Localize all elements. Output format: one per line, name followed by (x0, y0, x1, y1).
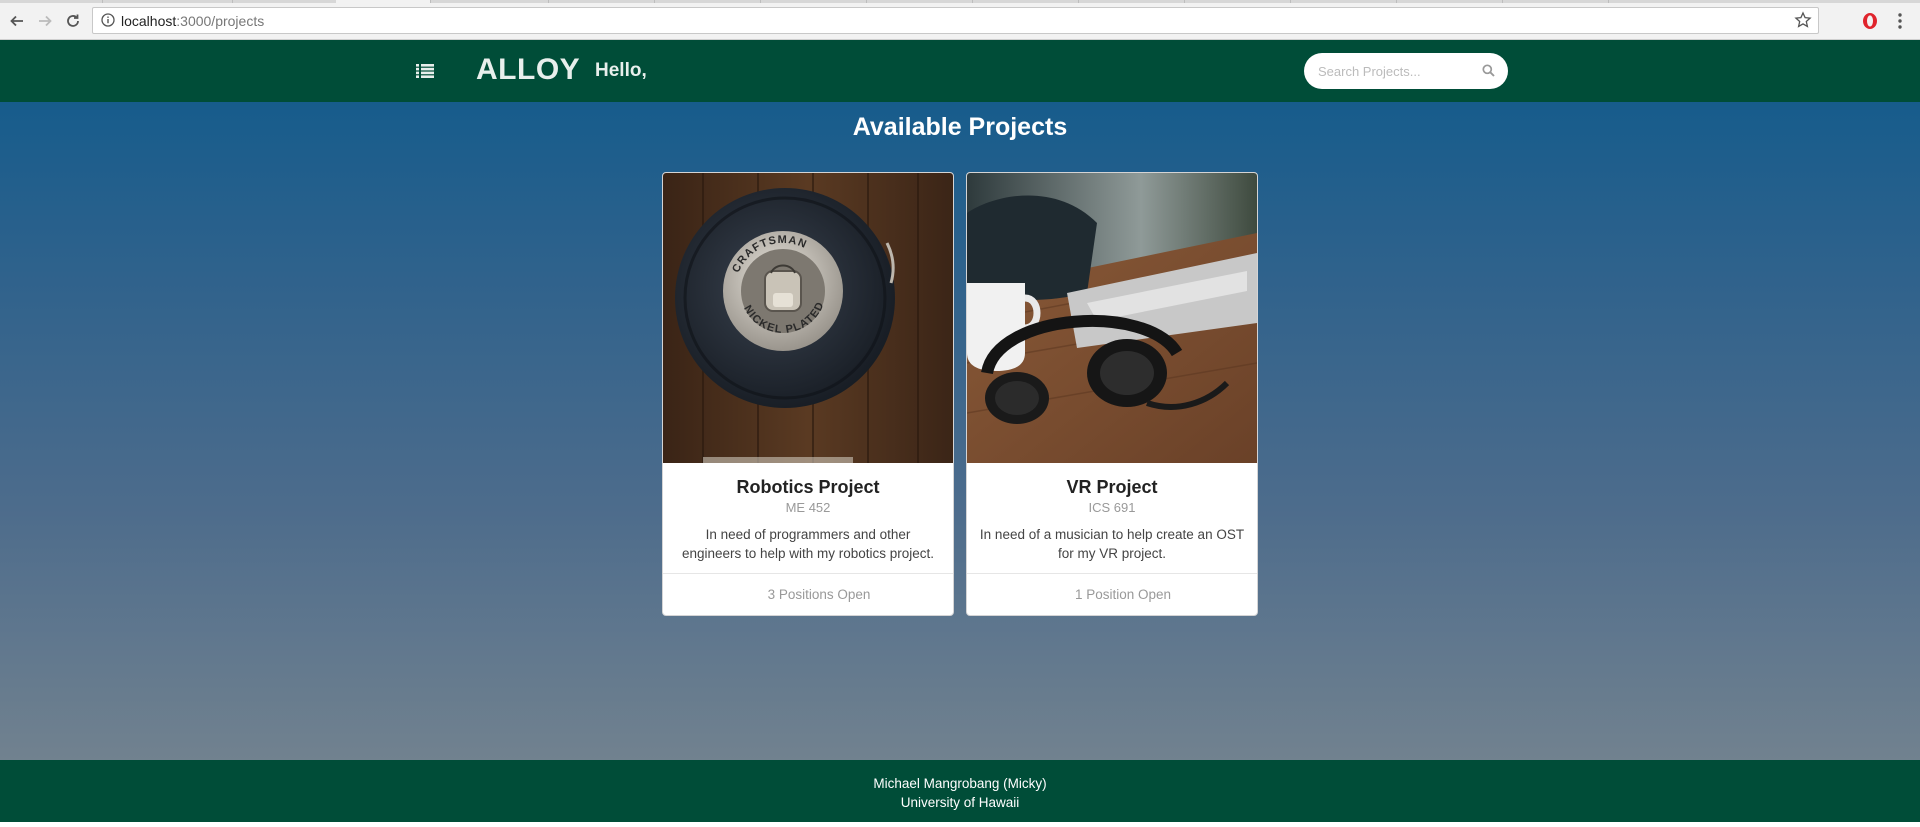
address-url: localhost:3000/projects (121, 13, 264, 29)
project-course: ME 452 (785, 500, 831, 515)
address-bar[interactable]: localhost:3000/projects (92, 7, 1819, 34)
positions-open: 1 Position Open (1074, 587, 1172, 602)
browser-toolbar: localhost:3000/projects (0, 3, 1920, 40)
page-viewport: ALLOY Hello, Available Projects (0, 40, 1920, 822)
top-navbar: ALLOY Hello, (0, 40, 1920, 102)
search-icon[interactable] (1482, 64, 1495, 82)
project-card-vr[interactable]: VR Project ICS 691 In need of a musician… (966, 172, 1258, 616)
project-image (967, 173, 1257, 463)
project-title[interactable]: VR Project (967, 477, 1257, 498)
footer-author: Michael Mangrobang (Micky) (873, 776, 1047, 791)
browser-menu-icon[interactable] (1897, 12, 1903, 35)
page-title: Available Projects (852, 113, 1068, 141)
reload-button[interactable] (61, 9, 85, 33)
search-input[interactable] (1318, 62, 1468, 80)
url-host: localhost (121, 13, 177, 29)
greeting-text: Hello, (595, 60, 647, 81)
arrow-right-icon (39, 15, 52, 27)
positions-open: 3 Positions Open (767, 587, 871, 602)
list-menu-icon[interactable] (416, 64, 434, 83)
card-divider (663, 573, 953, 574)
forward-button[interactable] (33, 9, 57, 33)
footer-school: University of Hawaii (900, 795, 1020, 810)
card-divider (967, 573, 1257, 574)
project-description: In need of a musician to help create an … (979, 527, 1245, 561)
back-button[interactable] (5, 9, 29, 33)
project-course: ICS 691 (1088, 500, 1136, 515)
project-card-robotics[interactable]: CRAFTSMAN NICKEL PLATED Robotics Project… (662, 172, 954, 616)
brand-logo[interactable]: ALLOY (476, 53, 580, 87)
bookmark-star-icon[interactable] (1794, 11, 1812, 34)
search-box (1304, 53, 1508, 89)
info-icon[interactable] (101, 13, 115, 32)
page-bottom-edge (0, 822, 1920, 827)
project-title[interactable]: Robotics Project (663, 477, 953, 498)
reload-icon (67, 14, 79, 27)
project-description: In need of programmers and other enginee… (681, 527, 935, 561)
project-image: CRAFTSMAN NICKEL PLATED (663, 173, 953, 463)
arrow-left-icon (10, 15, 23, 27)
url-path: :3000/projects (176, 13, 265, 29)
opera-extension-icon[interactable] (1861, 12, 1879, 35)
site-footer: Michael Mangrobang (Micky) University of… (0, 760, 1920, 822)
